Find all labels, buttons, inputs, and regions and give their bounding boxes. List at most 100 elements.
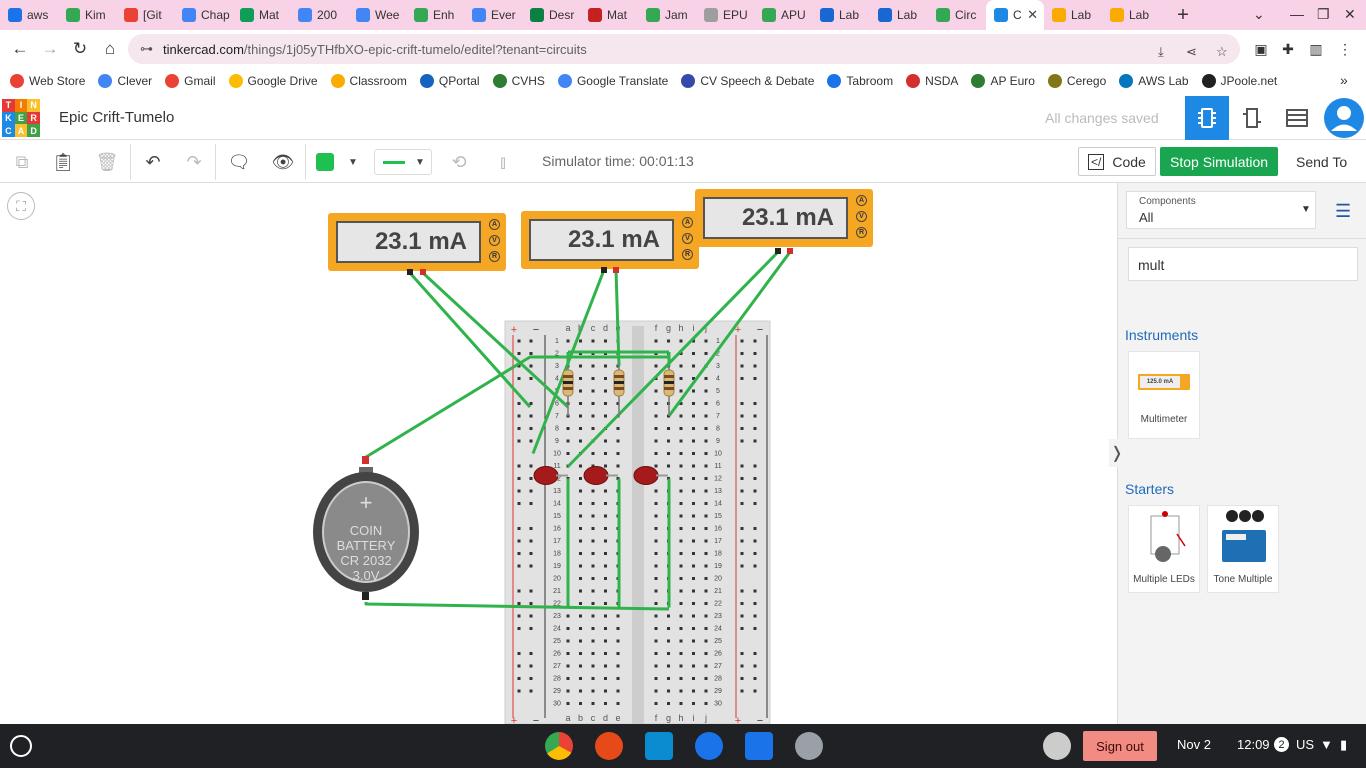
search-input[interactable]: mult	[1128, 247, 1358, 281]
back-icon[interactable]: ←	[6, 35, 34, 63]
component-list-view-button[interactable]	[1275, 96, 1319, 140]
bookmark-item[interactable]: AWS Lab	[1119, 74, 1189, 88]
multimeter-3[interactable]: 23.1 mA A V R	[695, 189, 873, 247]
browser-tab[interactable]: Mat	[580, 0, 638, 30]
bookmark-item[interactable]: AP Euro	[971, 74, 1035, 88]
date-display[interactable]: Nov 2	[1177, 737, 1211, 752]
bookmark-item[interactable]: Google Drive	[228, 74, 318, 88]
notes-visibility-icon[interactable]: 👁︎	[270, 149, 296, 175]
wifi-icon[interactable]: ▼	[1320, 737, 1333, 752]
browser-tab[interactable]: Lab	[812, 0, 870, 30]
battery-status-icon[interactable]: ▮	[1340, 737, 1347, 753]
rotate-icon[interactable]: ⟲	[446, 149, 472, 175]
delete-icon[interactable]: 🗑︎	[94, 149, 120, 175]
bookmarks-more-icon[interactable]: »	[1340, 72, 1348, 88]
browser-tab[interactable]: [Git	[116, 0, 174, 30]
launcher-icon[interactable]	[10, 735, 32, 757]
bookmark-item[interactable]: Cerego	[1047, 74, 1106, 88]
bookmark-item[interactable]: Tabroom	[827, 74, 893, 88]
browser-tab[interactable]: Jam	[638, 0, 696, 30]
mode-knob-v[interactable]: V	[489, 235, 500, 246]
mode-knob-v[interactable]: V	[856, 211, 867, 222]
bookmark-item[interactable]: Web Store	[10, 74, 85, 88]
browser-tab[interactable]: C ✕	[986, 0, 1044, 30]
code-button[interactable]: </ Code	[1078, 147, 1156, 176]
home-icon[interactable]: ⌂	[96, 35, 124, 63]
components-dropdown[interactable]: Components All ▼	[1126, 191, 1316, 229]
paste-icon[interactable]: 📋︎	[50, 149, 76, 175]
browser-tab[interactable]: APU	[754, 0, 812, 30]
paint-icon[interactable]	[595, 732, 623, 760]
multimeter-2[interactable]: 23.1 mA A V R	[521, 211, 699, 269]
forward-icon[interactable]: →	[36, 35, 64, 63]
mode-knob-r[interactable]: R	[856, 227, 867, 238]
chrome-icon[interactable]	[545, 732, 573, 760]
close-window-icon[interactable]: ✕	[1344, 6, 1356, 23]
starter-tone-multiple[interactable]: Tone Multiple	[1207, 505, 1279, 593]
restore-icon[interactable]: ❐	[1317, 6, 1330, 23]
mode-knob-a[interactable]: A	[489, 219, 500, 230]
browser-tab[interactable]: Enh	[406, 0, 464, 30]
browser-tab[interactable]: Mat	[232, 0, 290, 30]
send-to-button[interactable]: Send To	[1287, 147, 1356, 176]
browser-tab[interactable]: Circ	[928, 0, 986, 30]
browser-tab[interactable]: Lab	[1102, 0, 1160, 30]
user-avatar[interactable]	[1322, 96, 1366, 140]
url-input[interactable]: ⊶ tinkercad.com/things/1j05yTHfbXO-epic-…	[128, 34, 1240, 64]
close-tab-icon[interactable]: ✕	[1027, 7, 1038, 23]
camera-icon[interactable]	[695, 732, 723, 760]
circuit-view-button[interactable]	[1185, 96, 1229, 140]
coin-battery[interactable]: + COIN BATTERY CR 2032 3.0V	[313, 467, 419, 595]
mode-knob-v[interactable]: V	[682, 233, 693, 244]
browser-tab[interactable]: Kim	[58, 0, 116, 30]
side-panel-icon[interactable]: ▥	[1307, 40, 1325, 58]
bookmark-item[interactable]: NSDA	[906, 74, 958, 88]
classroom-icon[interactable]	[645, 732, 673, 760]
browser-tab[interactable]: Ever	[464, 0, 522, 30]
bookmark-star-icon[interactable]: ☆	[1216, 44, 1228, 60]
wire-color-picker[interactable]: ▼	[316, 149, 368, 175]
bookmark-item[interactable]: Clever	[98, 74, 152, 88]
menu-icon[interactable]: ⋮	[1336, 40, 1354, 58]
multimeter-component[interactable]: 125.0 mA Multimeter	[1128, 351, 1200, 439]
mode-knob-r[interactable]: R	[489, 251, 500, 262]
multimeter-1[interactable]: 23.1 mA A V R	[328, 213, 506, 271]
browser-tab[interactable]: Wee	[348, 0, 406, 30]
new-tab-button[interactable]: +	[1166, 4, 1200, 27]
sign-out-button[interactable]: Sign out	[1083, 731, 1157, 761]
user-pod-avatar[interactable]	[1043, 732, 1071, 760]
bookmark-item[interactable]: Classroom	[330, 74, 407, 88]
settings-gear-icon[interactable]	[795, 732, 823, 760]
bookmark-item[interactable]: QPortal	[419, 74, 480, 88]
list-view-icon[interactable]: ☰	[1335, 201, 1351, 222]
time-display[interactable]: 12:09	[1237, 737, 1270, 752]
install-icon[interactable]: ⤓	[1158, 44, 1164, 60]
undo-icon[interactable]: ↶	[140, 149, 166, 175]
extensions-puzzle-icon[interactable]: ✚	[1279, 40, 1297, 58]
bookmark-item[interactable]: CVHS	[492, 74, 545, 88]
circuit-canvas[interactable]: ⛶ 1 1 2 2 3 3 4 4 5 5 6 6 7 7 8 8 9 9 10 10 11 11 12 12 13 13 14 14…	[0, 183, 1117, 724]
notification-count-badge[interactable]: 2	[1274, 737, 1289, 752]
flip-icon[interactable]: ⫾	[490, 149, 516, 175]
site-info-icon[interactable]: ⊶	[140, 41, 153, 57]
share-icon[interactable]: ⋖	[1186, 44, 1197, 60]
tinkercad-logo[interactable]: TINKERCAD	[2, 99, 40, 137]
mode-knob-a[interactable]: A	[682, 217, 693, 228]
browser-tab[interactable]: EPU	[696, 0, 754, 30]
browser-tab[interactable]: 200	[290, 0, 348, 30]
tab-search-icon[interactable]: ⌄	[1253, 6, 1265, 23]
copy-icon[interactable]: ⧉	[9, 149, 35, 175]
bookmark-item[interactable]: JPoole.net	[1201, 74, 1277, 88]
panel-collapse-icon[interactable]: ❭	[1109, 439, 1125, 467]
wire-type-picker[interactable]: ▼	[374, 149, 432, 175]
bookmark-item[interactable]: Google Translate	[557, 74, 668, 88]
browser-tab[interactable]: Desr	[522, 0, 580, 30]
notes-icon[interactable]: 🗨︎	[226, 149, 252, 175]
minimize-icon[interactable]: —	[1290, 6, 1304, 22]
bookmark-item[interactable]: CV Speech & Debate	[681, 74, 814, 88]
browser-tab[interactable]: aws	[0, 0, 58, 30]
browser-tab[interactable]: Chap	[174, 0, 232, 30]
locale-indicator[interactable]: US	[1296, 737, 1314, 752]
redo-icon[interactable]: ↷	[181, 149, 207, 175]
reload-icon[interactable]: ↻	[66, 35, 94, 63]
